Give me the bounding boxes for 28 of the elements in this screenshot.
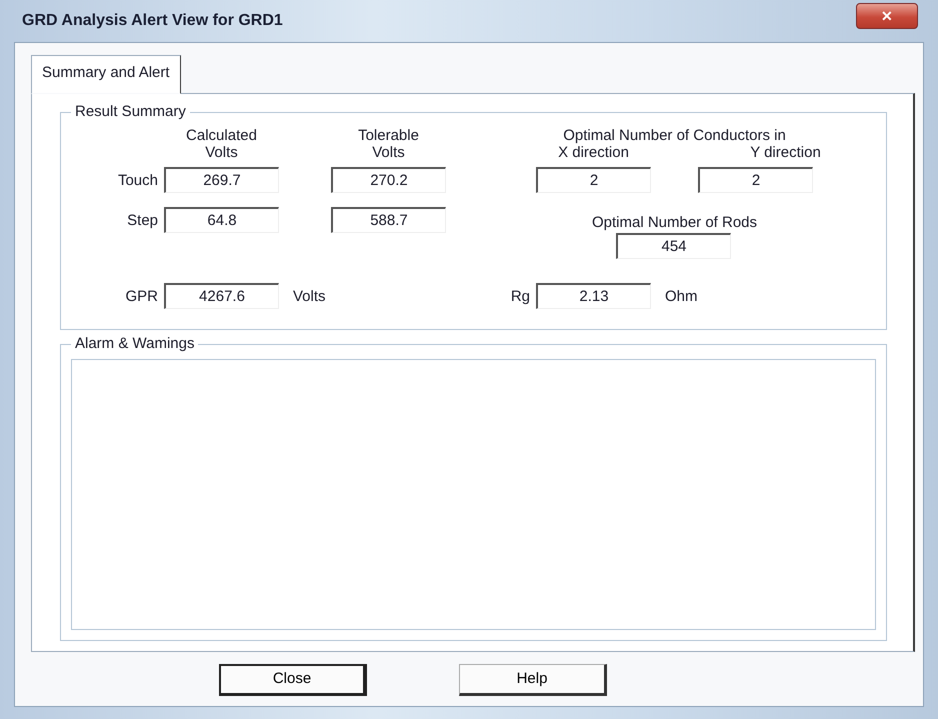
help-button[interactable]: Help bbox=[459, 664, 607, 696]
close-button[interactable]: Close bbox=[219, 664, 367, 696]
group-label: Alarm & Wamings bbox=[71, 334, 198, 352]
window-title: GRD Analysis Alert View for GRD1 bbox=[22, 11, 283, 31]
column-header: X direction bbox=[557, 144, 630, 160]
value-field: 2 bbox=[698, 166, 813, 192]
row-label: Touch bbox=[116, 171, 159, 191]
section-label: Optimal Number of Rods bbox=[590, 214, 758, 232]
value-field: 64.8 bbox=[164, 206, 279, 232]
unit-label: Volts bbox=[292, 287, 327, 307]
column-header: Optimal Number of Conductors in bbox=[562, 126, 787, 144]
value-field: 2 bbox=[536, 166, 651, 192]
unit-label: Ohm bbox=[664, 287, 698, 307]
column-header: Y direction bbox=[749, 144, 822, 160]
group-label: Result Summary bbox=[71, 102, 190, 120]
column-header: Tolerable Volts bbox=[357, 126, 420, 160]
tab[interactable]: Summary and Alert bbox=[31, 55, 181, 94]
value-field: 588.7 bbox=[331, 206, 446, 232]
close-button[interactable]: ✕ bbox=[856, 3, 918, 29]
value-field: 4267.6 bbox=[164, 282, 279, 308]
value-field: 2.13 bbox=[536, 282, 651, 308]
value-field: 270.2 bbox=[331, 166, 446, 192]
row-label: GPR bbox=[124, 287, 159, 307]
value-field: 454 bbox=[616, 232, 731, 258]
row-label: Step bbox=[126, 211, 159, 231]
value-field: 269.7 bbox=[164, 166, 279, 192]
row-label: Rg bbox=[510, 287, 531, 307]
column-header: Calculated Volts bbox=[185, 126, 258, 160]
